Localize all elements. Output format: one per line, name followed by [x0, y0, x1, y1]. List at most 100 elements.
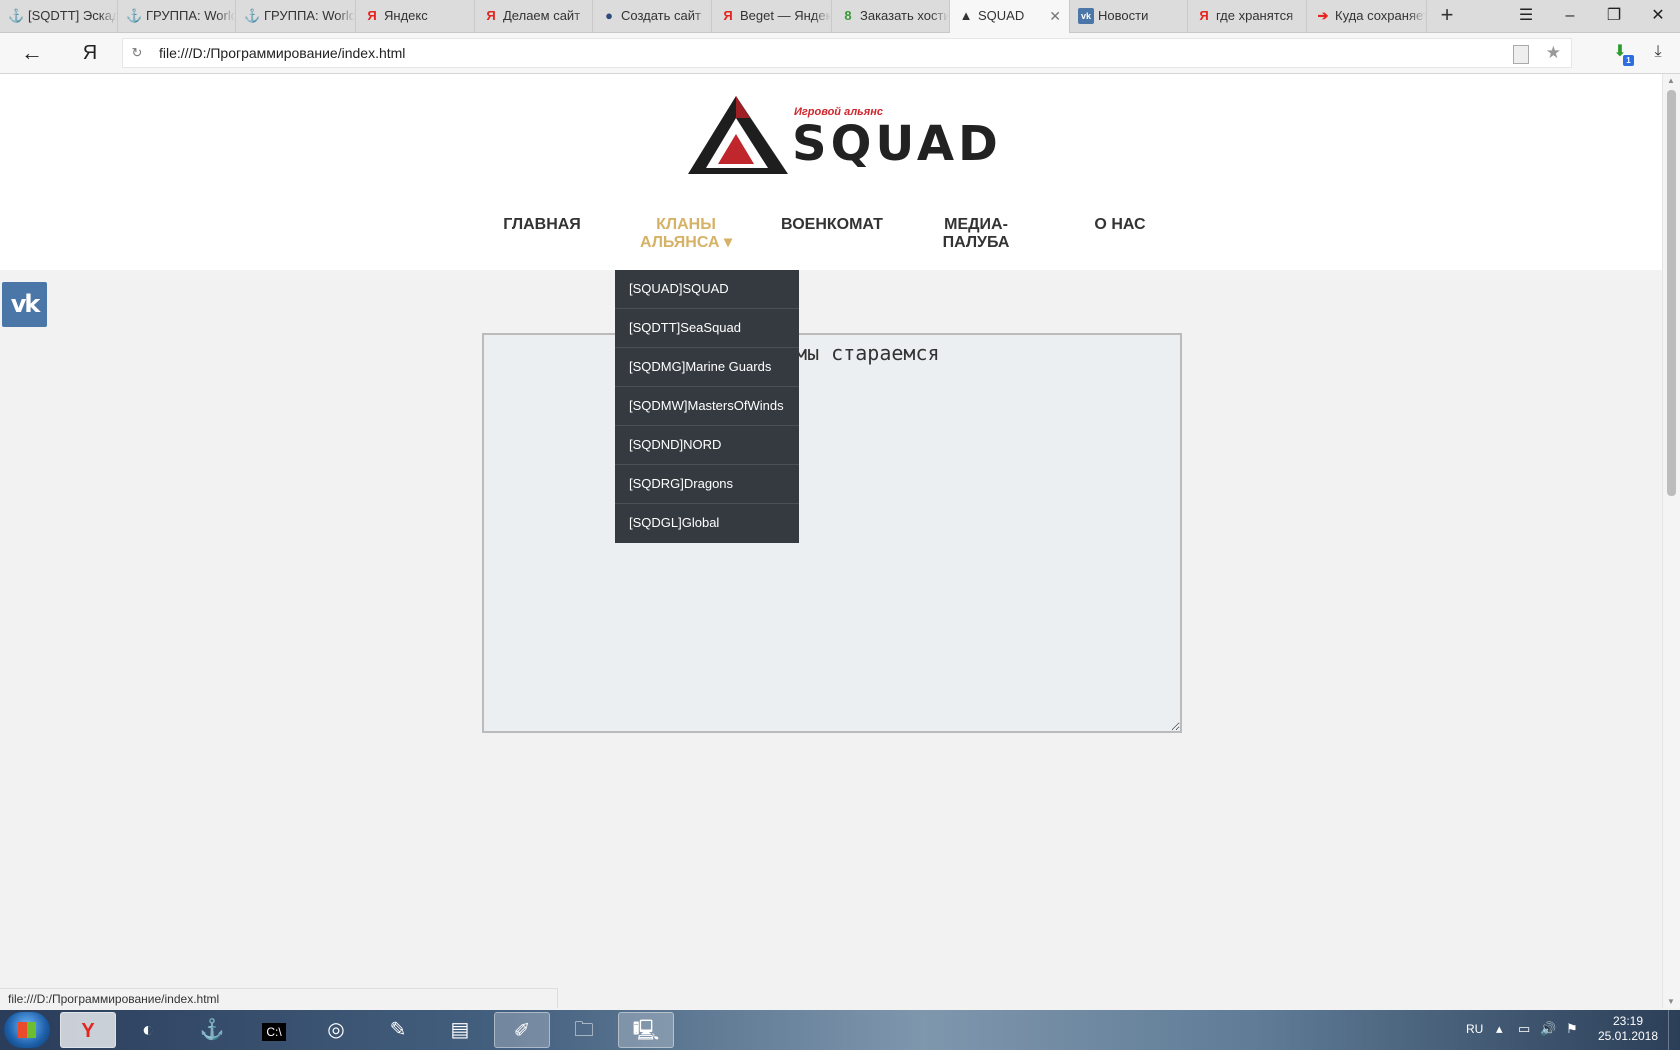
restore-button[interactable]: ❐ [1592, 0, 1636, 32]
nav-label: ВОЕНКОМАТ [781, 216, 883, 233]
page-viewport: Игровой альянс SQUAD ГЛАВНАЯ КЛАНЫ АЛЬЯН… [0, 74, 1662, 987]
start-button[interactable] [4, 1012, 50, 1048]
network-icon[interactable]: ▭ [1518, 1021, 1530, 1037]
yandex-home-icon[interactable]: Я [76, 39, 104, 67]
yandex-icon: Я [486, 8, 496, 23]
page-icon[interactable] [1513, 45, 1529, 64]
address-field[interactable]: ↻ file:///D:/Программирование/index.html… [122, 38, 1572, 68]
browser-tab[interactable]: Я где хранятся [1188, 0, 1307, 32]
browser-tab[interactable]: ⚓ [SQDTT] Эскадра [0, 0, 118, 32]
scroll-down-icon[interactable]: ▼ [1667, 997, 1675, 1006]
app-remote[interactable]: 🖳 [618, 1012, 674, 1048]
yandex-icon: Я [367, 8, 377, 23]
b-icon: 8 [844, 8, 852, 23]
browser-tab[interactable]: vk Новости [1070, 0, 1188, 32]
reload-icon[interactable]: ↻ [129, 39, 145, 67]
show-desktop-button[interactable] [1668, 1010, 1680, 1050]
close-icon[interactable]: ✕ [1049, 0, 1061, 32]
browser-tab[interactable]: Я Делаем сайт [475, 0, 593, 32]
extension-icon[interactable]: ⬇ 1 [1608, 40, 1634, 66]
dropdown-item[interactable]: [SQUAD]SQUAD [615, 270, 799, 309]
app-teamspeak[interactable]: ◐ [120, 1012, 176, 1048]
scroll-up-icon[interactable]: ▲ [1667, 76, 1675, 85]
nav-recruitment[interactable]: ВОЕНКОМАТ [770, 216, 894, 234]
dropdown-item[interactable]: [SQDMG]Marine Guards [615, 348, 799, 387]
menu-icon[interactable]: ☰ [1504, 0, 1548, 32]
close-window-button[interactable]: ✕ [1636, 0, 1680, 32]
status-bar-url: file:///D:/Программирование/index.html [0, 988, 558, 1008]
wows-icon: ⚓ [244, 8, 261, 23]
bookmark-star-icon[interactable]: ★ [1546, 39, 1561, 67]
address-toolbar: ← Я ↻ file:///D:/Программирование/index.… [0, 33, 1680, 74]
browser-tab-active[interactable]: ▲ SQUAD ✕ [950, 0, 1070, 33]
app-cmd[interactable]: C:\ [246, 1012, 302, 1048]
app-notepadpp[interactable]: ✐ [494, 1012, 550, 1048]
scrollbar-thumb[interactable] [1667, 90, 1676, 496]
site-header: Игровой альянс SQUAD ГЛАВНАЯ КЛАНЫ АЛЬЯН… [0, 74, 1662, 270]
headset-icon: ◐ [141, 1019, 155, 1041]
dropdown-item[interactable]: [SQDRG]Dragons [615, 465, 799, 504]
nav-clans[interactable]: КЛАНЫ АЛЬЯНСА ▾ [625, 216, 747, 252]
new-tab-button[interactable]: + [1434, 0, 1460, 32]
nav-about[interactable]: О НАС [1058, 216, 1182, 234]
site-logo[interactable]: Игровой альянс SQUAD [688, 92, 998, 184]
content-textarea[interactable] [482, 333, 1182, 733]
tab-title: SQUAD [978, 8, 1025, 23]
vk-icon: vk [1078, 8, 1094, 24]
nav-media[interactable]: МЕДИА-ПАЛУБА [920, 216, 1032, 252]
app-wows[interactable]: ⚓ [184, 1012, 240, 1048]
minimize-button[interactable]: – [1548, 0, 1592, 32]
browser-tab[interactable]: ● Создать сайт [593, 0, 712, 32]
main-nav: ГЛАВНАЯ КЛАНЫ АЛЬЯНСА ▾ ВОЕНКОМАТ МЕДИА-… [0, 216, 1662, 270]
wows-icon: ⚓ [8, 8, 25, 23]
action-center-icon[interactable]: ⚑ [1566, 1021, 1578, 1037]
nav-home[interactable]: ГЛАВНАЯ [480, 216, 604, 234]
tray-expand-icon[interactable]: ▴ [1496, 1021, 1503, 1037]
tab-title: Создать сайт [621, 8, 701, 23]
dropdown-item[interactable]: [SQDMW]MastersOfWinds [615, 387, 799, 426]
app-obs[interactable]: ◎ [308, 1012, 364, 1048]
nav-label: О НАС [1094, 216, 1146, 233]
arrow-icon: ➔ [1317, 8, 1329, 23]
dropdown-item[interactable]: [SQDGL]Global [615, 504, 799, 543]
browser-tab[interactable]: Я Beget — Яндекс [712, 0, 832, 32]
back-arrow-icon[interactable]: ← [18, 39, 46, 67]
vk-icon: vk [10, 290, 41, 318]
yandex-icon: Y [81, 1020, 95, 1042]
yandex-icon: Я [723, 8, 733, 23]
yandex-browser-app[interactable]: Y [60, 1012, 116, 1048]
dropdown-item[interactable]: [SQDTT]SeaSquad [615, 309, 799, 348]
yandex-icon: Я [1199, 8, 1209, 23]
browser-tab[interactable]: Я Яндекс [356, 0, 475, 32]
downloads-icon[interactable]: ⤓ [1646, 40, 1670, 64]
url-text[interactable]: file:///D:/Программирование/index.html [159, 39, 405, 67]
nav-label: ГЛАВНАЯ [503, 216, 581, 233]
browser-tab[interactable]: ⚓ ГРУППА: World [236, 0, 356, 32]
volume-icon[interactable]: 🔊 [1540, 1021, 1556, 1037]
dropdown-item[interactable]: [SQDND]NORD [615, 426, 799, 465]
tab-strip: ⚓ [SQDTT] Эскадра ⚓ ГРУППА: World ⚓ ГРУП… [0, 0, 1680, 33]
terminal-icon: C:\ [262, 1023, 286, 1041]
squad-icon: ▲ [959, 8, 973, 23]
app-monitor[interactable]: ▤ [432, 1012, 488, 1048]
globe-icon: ● [605, 8, 613, 23]
chevron-down-icon: ▾ [724, 234, 733, 251]
language-indicator[interactable]: RU [1466, 1022, 1483, 1036]
nav-label: МЕДИА-ПАЛУБА [942, 216, 1010, 251]
obs-icon: ◎ [327, 1019, 345, 1041]
browser-tab[interactable]: ➔ Куда сохраняет [1307, 0, 1427, 32]
clans-dropdown-menu: [SQUAD]SQUAD [SQDTT]SeaSquad [SQDMG]Mari… [615, 270, 799, 543]
wows-icon: ⚓ [199, 1019, 225, 1041]
folder-icon: 🗀 [574, 1019, 594, 1041]
vk-social-button[interactable]: vk [2, 282, 47, 327]
notepadpp-icon: ✐ [513, 1020, 531, 1042]
app-explorer[interactable]: 🗀 [556, 1012, 612, 1048]
system-clock[interactable]: 23:19 25.01.2018 [1596, 1014, 1660, 1044]
app-notepad[interactable]: ✎ [370, 1012, 426, 1048]
notepad-icon: ✎ [389, 1019, 407, 1041]
browser-tab[interactable]: 8 Заказать хостинг [832, 0, 950, 32]
browser-tab[interactable]: ⚓ ГРУППА: World [118, 0, 236, 32]
wows-icon: ⚓ [126, 8, 143, 23]
nav-label: КЛАНЫ АЛЬЯНСА [639, 216, 720, 251]
vertical-scrollbar[interactable]: ▲ ▼ [1662, 74, 1680, 1008]
